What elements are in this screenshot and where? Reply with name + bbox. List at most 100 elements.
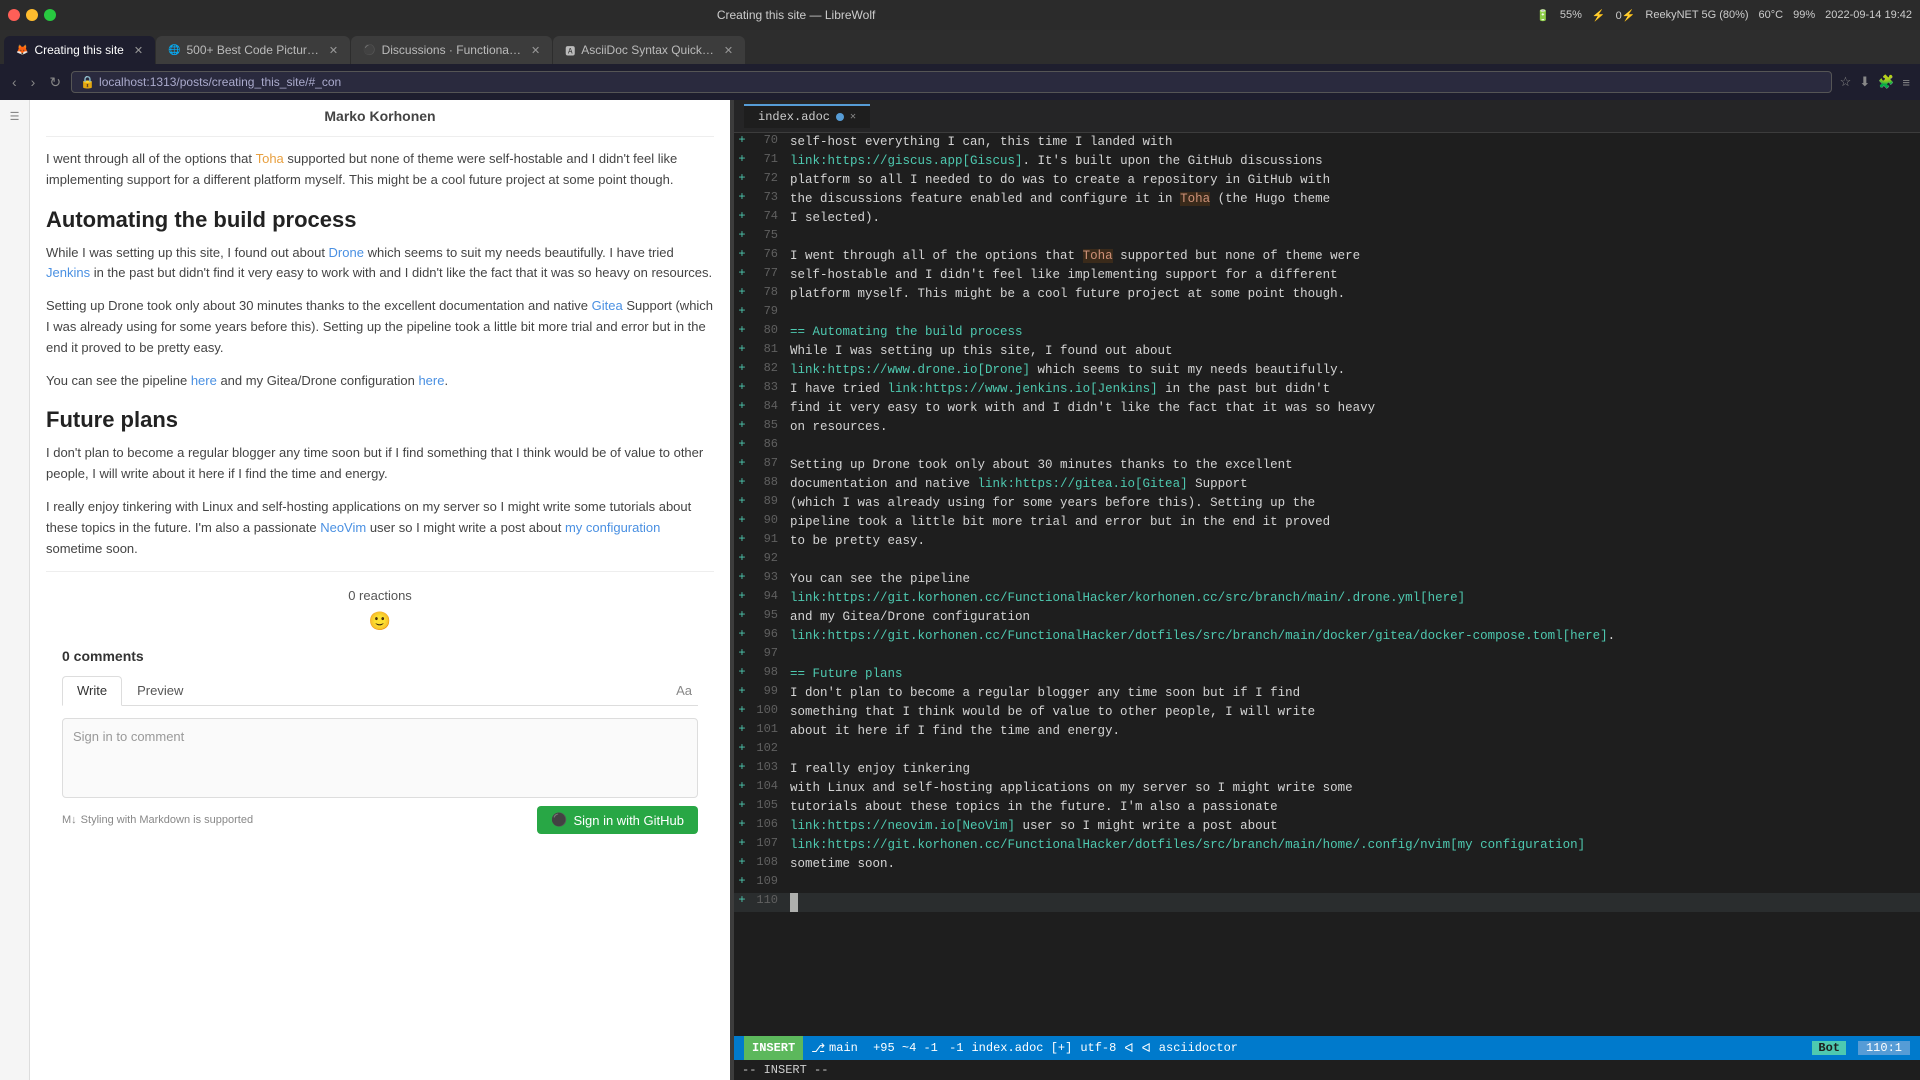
- emoji-reaction-button[interactable]: 🙂: [369, 611, 391, 631]
- line-number: 81: [750, 342, 786, 356]
- bookmark-icon[interactable]: ☆: [1838, 72, 1854, 92]
- line-number: 92: [750, 551, 786, 565]
- back-button[interactable]: ‹: [8, 72, 21, 92]
- modified-indicator: [836, 113, 844, 121]
- line-text: You can see the pipeline: [786, 570, 1920, 589]
- window-title: Creating this site — LibreWolf: [64, 8, 1528, 22]
- line-add-marker: +: [734, 342, 750, 356]
- branch-icon: ⎇: [811, 1041, 825, 1056]
- file-close-btn[interactable]: ✕: [850, 111, 856, 123]
- line-add-marker: +: [734, 703, 750, 717]
- line-number: 98: [750, 665, 786, 679]
- line-number: 87: [750, 456, 786, 470]
- tab-close-1[interactable]: ✕: [134, 44, 143, 57]
- line-add-marker: +: [734, 760, 750, 774]
- line-text: == Future plans: [786, 665, 1920, 684]
- future-para-1: I don't plan to become a regular blogger…: [46, 443, 714, 485]
- line-add-marker: +: [734, 684, 750, 698]
- automating-para-3: You can see the pipeline here and my Git…: [46, 371, 714, 392]
- url-bar[interactable]: 🔒 localhost:1313/posts/creating_this_sit…: [71, 71, 1832, 93]
- line-add-marker: +: [734, 627, 750, 641]
- gitea-link[interactable]: Gitea: [592, 298, 623, 313]
- line-number: 99: [750, 684, 786, 698]
- editor-line: +88documentation and native link:https:/…: [734, 475, 1920, 494]
- extension-icon[interactable]: 🧩: [1876, 72, 1896, 92]
- line-add-marker: +: [734, 874, 750, 888]
- editor-line: +74I selected).: [734, 209, 1920, 228]
- tab-close-4[interactable]: ✕: [724, 44, 733, 57]
- link-span: link:https://git.korhonen.cc/FunctionalH…: [790, 838, 1585, 852]
- tab-close-2[interactable]: ✕: [329, 44, 338, 57]
- text-size-btn[interactable]: Aa: [670, 679, 698, 702]
- download-icon[interactable]: ⬇: [1857, 72, 1872, 92]
- editor-body[interactable]: +70self-host everything I can, this time…: [734, 133, 1920, 1036]
- tab-label-1: Creating this site: [34, 43, 123, 57]
- tab-preview[interactable]: Preview: [122, 676, 198, 705]
- editor-line: +100something that I think would be of v…: [734, 703, 1920, 722]
- sidebar-toggle[interactable]: ☰: [0, 100, 30, 1080]
- link-span: link:https://git.korhonen.cc/FunctionalH…: [790, 591, 1465, 605]
- pipeline-link[interactable]: here: [191, 373, 217, 388]
- line-add-marker: +: [734, 475, 750, 489]
- line-add-marker: +: [734, 437, 750, 451]
- link-span: link:https://giscus.app[Giscus]: [790, 154, 1023, 168]
- link-span: link:https://neovim.io[NeoVim]: [790, 819, 1015, 833]
- config-link[interactable]: here: [418, 373, 444, 388]
- line-add-marker: +: [734, 152, 750, 166]
- tab-write[interactable]: Write: [62, 676, 122, 706]
- menu-icon[interactable]: ≡: [1900, 73, 1912, 92]
- editor-line: +73the discussions feature enabled and c…: [734, 190, 1920, 209]
- tab-label-4: AsciiDoc Syntax Quick…: [581, 43, 714, 57]
- line-number: 73: [750, 190, 786, 204]
- line-number: 76: [750, 247, 786, 261]
- line-add-marker: +: [734, 722, 750, 736]
- tab-asciidoc[interactable]: 🅰 AsciiDoc Syntax Quick… ✕: [553, 36, 745, 64]
- line-add-marker: +: [734, 817, 750, 831]
- neovim-link[interactable]: NeoVim: [320, 520, 366, 535]
- heading-marker: == Future plans: [790, 667, 903, 681]
- status-bar: INSERT ⎇ main +95 ~4 -1 -1 index.adoc [+…: [734, 1036, 1920, 1060]
- minimize-button[interactable]: [26, 9, 38, 21]
- git-flag: -1: [942, 1041, 964, 1055]
- line-text: I really enjoy tinkering: [786, 760, 1920, 779]
- battery-percent: 55%: [1560, 9, 1582, 21]
- forward-button[interactable]: ›: [27, 72, 40, 92]
- tab-creating-this-site[interactable]: 🦊 Creating this site ✕: [4, 36, 155, 64]
- link-span: link:https://gitea.io[Gitea]: [978, 477, 1188, 491]
- tab-code-pictures[interactable]: 🌐 500+ Best Code Pictur… ✕: [156, 36, 350, 64]
- close-button[interactable]: [8, 9, 20, 21]
- line-text: link:https://git.korhonen.cc/FunctionalH…: [786, 836, 1920, 855]
- line-number: 82: [750, 361, 786, 375]
- editor-line: +97: [734, 646, 1920, 665]
- jenkins-link[interactable]: Jenkins: [46, 265, 90, 280]
- file-tab[interactable]: index.adoc ✕: [744, 104, 870, 128]
- comment-footer: M↓ Styling with Markdown is supported ⚫ …: [62, 806, 698, 834]
- automating-para-2: Setting up Drone took only about 30 minu…: [46, 296, 714, 358]
- line-add-marker: +: [734, 418, 750, 432]
- line-number: 109: [750, 874, 786, 888]
- editor-line: +72platform so all I needed to do was to…: [734, 171, 1920, 190]
- editor-line: +96link:https://git.korhonen.cc/Function…: [734, 627, 1920, 646]
- drone-link[interactable]: Drone: [329, 245, 364, 260]
- config-link-2[interactable]: my configuration: [565, 520, 660, 535]
- maximize-button[interactable]: [44, 9, 56, 21]
- line-number: 102: [750, 741, 786, 755]
- tab-close-3[interactable]: ✕: [531, 44, 540, 57]
- line-number: 72: [750, 171, 786, 185]
- comment-input[interactable]: Sign in to comment: [62, 718, 698, 798]
- editor-line: +95and my Gitea/Drone configuration: [734, 608, 1920, 627]
- line-text: I don't plan to become a regular blogger…: [786, 684, 1920, 703]
- tab-discussions[interactable]: ⚫ Discussions · Functiona… ✕: [351, 36, 552, 64]
- comments-count: 0 comments: [62, 648, 698, 664]
- line-text: link:https://neovim.io[NeoVim] user so I…: [786, 817, 1920, 836]
- editor-line: +77self-hostable and I didn't feel like …: [734, 266, 1920, 285]
- line-number: 94: [750, 589, 786, 603]
- line-text: link:https://git.korhonen.cc/FunctionalH…: [786, 627, 1920, 646]
- sign-in-button[interactable]: ⚫ Sign in with GitHub: [537, 806, 698, 834]
- line-number: 110: [750, 893, 786, 907]
- reload-button[interactable]: ↻: [45, 72, 65, 93]
- cursor: [790, 893, 798, 912]
- line-add-marker: +: [734, 133, 750, 147]
- nav-actions: ☆ ⬇ 🧩 ≡: [1838, 72, 1912, 92]
- editor-line: +86: [734, 437, 1920, 456]
